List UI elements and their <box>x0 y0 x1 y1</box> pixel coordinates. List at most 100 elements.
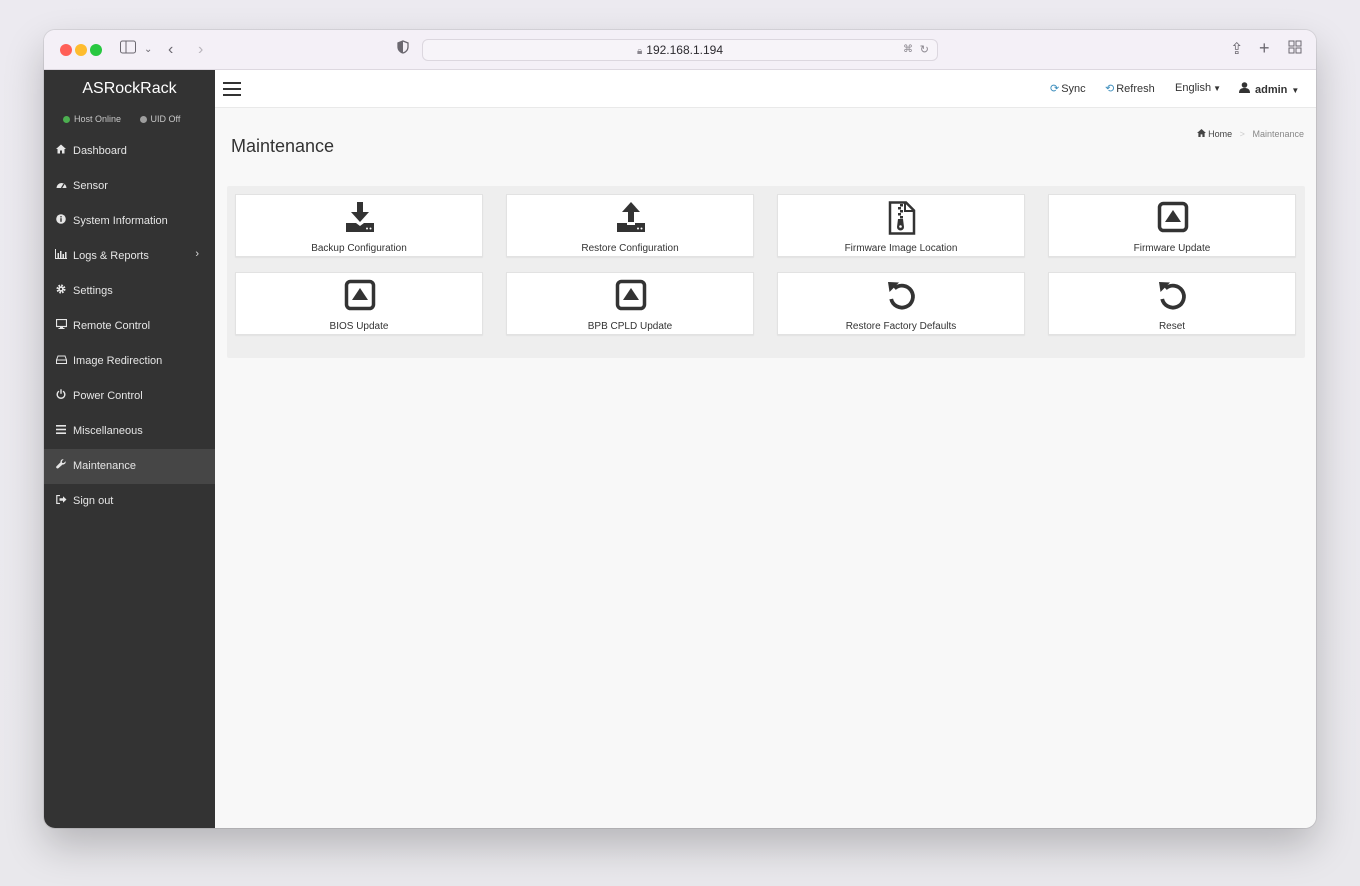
sidebar-item-label: Image Redirection <box>73 355 163 367</box>
url-text: 192.168.1.194 <box>646 43 724 57</box>
sidebar-item-label: Settings <box>73 285 113 297</box>
sidebar-item-label: Power Control <box>73 390 143 402</box>
sidebar-item-label: Sensor <box>73 180 108 192</box>
close-window-button[interactable] <box>60 44 72 56</box>
sync-button[interactable]: ⟳ Sync <box>1050 82 1086 95</box>
caret-down-icon: ▼ <box>1291 86 1300 95</box>
chevron-down-icon[interactable]: ⌄ <box>144 40 152 60</box>
hamburger-menu-icon[interactable] <box>223 82 241 100</box>
restore-factory-defaults-tile[interactable]: Restore Factory Defaults <box>777 272 1025 335</box>
host-status: Host Online <box>63 114 121 124</box>
firmware-image-location-tile[interactable]: Firmware Image Location <box>777 194 1025 257</box>
sidebar-item-sign-out[interactable]: Sign out <box>44 484 215 519</box>
hdd-icon <box>55 344 67 379</box>
sidebar-item-image-redirection[interactable]: Image Redirection <box>44 344 215 379</box>
undo-icon <box>888 282 915 310</box>
tachometer-icon <box>55 169 67 204</box>
sign-out-icon <box>55 484 67 519</box>
refresh-button[interactable]: ⟲ Refresh <box>1105 82 1155 95</box>
forward-icon[interactable]: › <box>198 40 203 60</box>
home-icon <box>55 134 67 169</box>
sidebar-item-system-information[interactable]: System Information <box>44 204 215 239</box>
desktop-icon <box>55 309 67 344</box>
caret-up-square-icon <box>344 279 376 311</box>
breadcrumb-current: Maintenance <box>1252 129 1304 139</box>
tile-label: Reset <box>1158 321 1186 332</box>
breadcrumb-home[interactable]: Home <box>1196 129 1232 139</box>
tile-label: BPB CPLD Update <box>587 321 673 332</box>
breadcrumb: Home > Maintenance <box>1196 129 1304 139</box>
chevron-right-icon: › <box>195 248 199 260</box>
bios-update-tile[interactable]: BIOS Update <box>235 272 483 335</box>
restore-configuration-tile[interactable]: Restore Configuration <box>506 194 754 257</box>
backup-configuration-tile[interactable]: Backup Configuration <box>235 194 483 257</box>
sync-icon: ⟳ <box>1050 83 1060 95</box>
sidebar-item-maintenance[interactable]: Maintenance <box>44 449 215 484</box>
lock-icon: 🔒︎ <box>636 46 643 57</box>
bpb-cpld-update-tile[interactable]: BPB CPLD Update <box>506 272 754 335</box>
sidebar-item-power-control[interactable]: Power Control <box>44 379 215 414</box>
breadcrumb-separator: > <box>1239 129 1245 139</box>
user-icon <box>1239 82 1250 96</box>
sidebar-item-label: Miscellaneous <box>73 425 143 437</box>
status-dot <box>139 116 147 123</box>
sidebar-item-label: Sign out <box>73 495 114 507</box>
tile-label: Backup Configuration <box>311 243 407 254</box>
bar-chart-icon <box>55 239 67 274</box>
language-dropdown[interactable]: English ▼ <box>1175 82 1221 94</box>
firmware-update-tile[interactable]: Firmware Update <box>1048 194 1296 257</box>
home-icon <box>1196 129 1209 139</box>
gear-icon <box>55 274 67 309</box>
main-content: Maintenance Home > Maintenance Backup Co… <box>215 108 1316 828</box>
sidebar-item-label: Maintenance <box>73 460 136 472</box>
brand-logo[interactable]: ASRockRack <box>44 70 215 108</box>
back-icon[interactable]: ‹ <box>168 40 173 60</box>
wrench-icon <box>55 449 67 484</box>
refresh-icon: ⟲ <box>1105 83 1115 95</box>
maintenance-panel: Backup Configuration Restore Configurati… <box>227 186 1305 358</box>
share-icon[interactable]: ⇪ <box>1230 40 1243 60</box>
sidebar-toggle-icon[interactable] <box>120 40 136 60</box>
tile-label: BIOS Update <box>329 321 389 332</box>
sidebar-item-settings[interactable]: Settings <box>44 274 215 309</box>
sidebar-item-logs-reports[interactable]: Logs & Reports › <box>44 239 215 274</box>
page-title: Maintenance <box>231 136 335 156</box>
tab-overview-icon[interactable] <box>1288 40 1302 60</box>
download-icon <box>346 202 374 232</box>
upload-icon <box>617 202 645 232</box>
minimize-window-button[interactable] <box>75 44 87 56</box>
browser-titlebar: ⌄ ‹ › 🔒︎ 192.168.1.194 ⌘ ↻ ⇪ + <box>44 30 1316 70</box>
top-header: ⟳ Sync ⟲ Refresh English ▼ admin ▼ <box>215 70 1316 108</box>
tile-label: Restore Configuration <box>581 243 679 254</box>
address-bar[interactable]: 🔒︎ 192.168.1.194 ⌘ ↻ <box>422 39 938 61</box>
power-icon <box>55 379 67 414</box>
tile-label: Firmware Image Location <box>844 243 958 254</box>
host-status-bar: Host Online UID Off <box>44 108 215 134</box>
sidebar-item-label: System Information <box>73 215 168 227</box>
new-tab-icon[interactable]: + <box>1259 38 1270 58</box>
info-circle-icon <box>55 204 67 239</box>
caret-up-square-icon <box>1157 201 1189 233</box>
sidebar-item-label: Remote Control <box>73 320 151 332</box>
sidebar-item-label: Dashboard <box>73 145 127 157</box>
translate-icon[interactable]: ⌘ <box>903 40 913 60</box>
reload-icon[interactable]: ↻ <box>920 40 929 60</box>
sidebar-item-sensor[interactable]: Sensor <box>44 169 215 204</box>
sidebar-item-remote-control[interactable]: Remote Control <box>44 309 215 344</box>
sidebar-item-miscellaneous[interactable]: Miscellaneous <box>44 414 215 449</box>
reset-tile[interactable]: Reset <box>1048 272 1296 335</box>
browser-window: ⌄ ‹ › 🔒︎ 192.168.1.194 ⌘ ↻ ⇪ + ASRockRack… <box>44 30 1316 828</box>
sidebar-item-label: Logs & Reports <box>73 250 149 262</box>
status-dot <box>63 116 70 123</box>
file-zip-icon <box>888 201 916 235</box>
caret-up-square-icon <box>615 279 647 311</box>
shield-icon[interactable] <box>397 40 409 60</box>
sidebar-item-dashboard[interactable]: Dashboard <box>44 134 215 169</box>
sidebar: ASRockRack Host Online UID Off Dashboard… <box>44 70 215 828</box>
tile-label: Restore Factory Defaults <box>845 321 957 332</box>
list-icon <box>55 414 67 449</box>
tile-label: Firmware Update <box>1133 243 1211 254</box>
user-menu[interactable]: admin ▼ <box>1239 82 1299 96</box>
zoom-window-button[interactable] <box>90 44 102 56</box>
caret-down-icon: ▼ <box>1213 84 1221 93</box>
